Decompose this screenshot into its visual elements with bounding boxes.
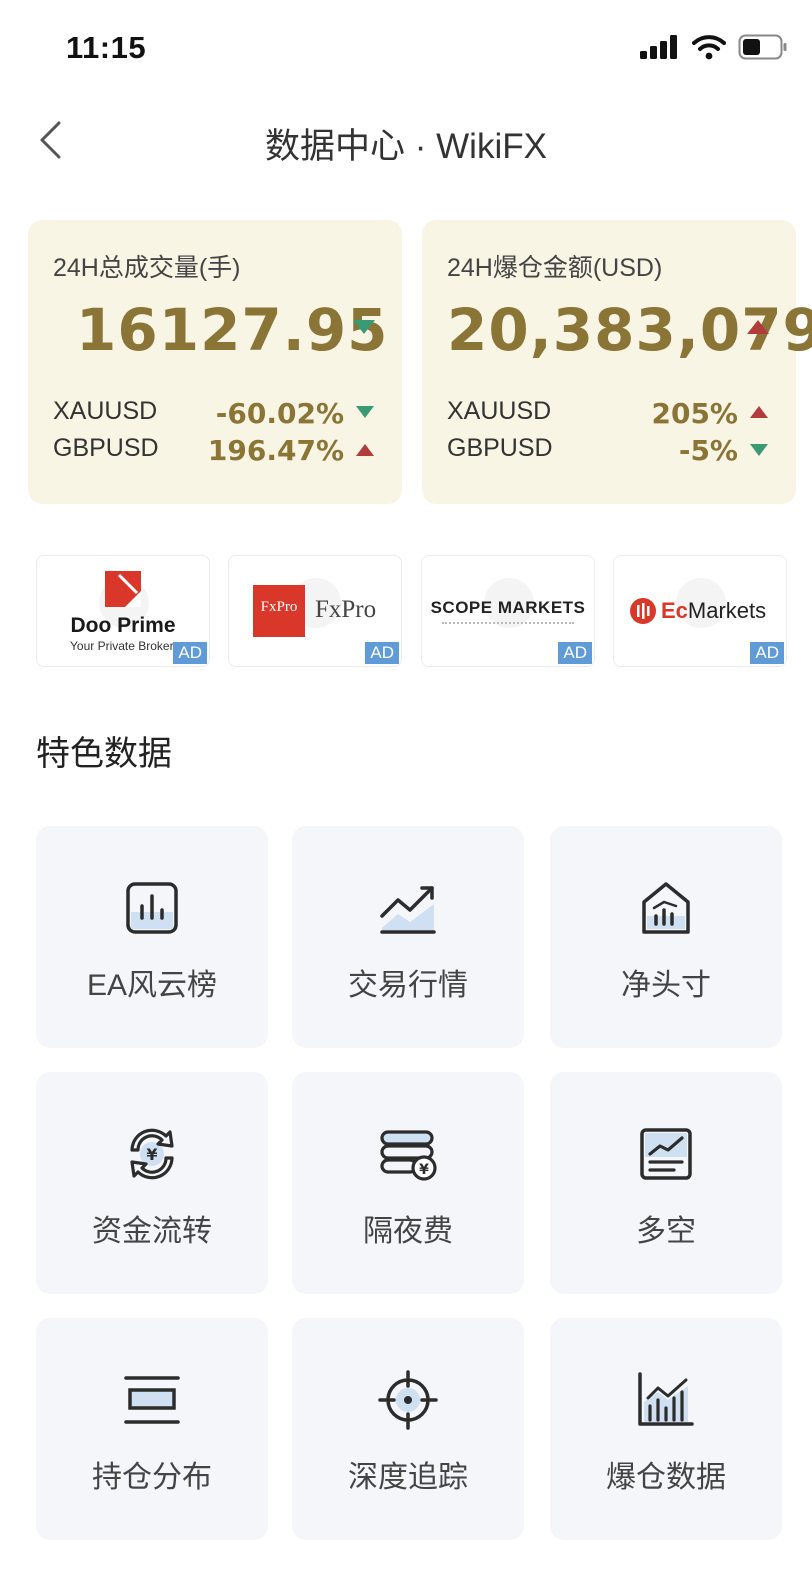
liquidation-row-symbol: XAUUSD [447, 397, 552, 425]
ad-doo-prime-name: Doo Prime [70, 614, 176, 637]
svg-text:¥: ¥ [419, 1162, 429, 1178]
ad-badge: AD [750, 642, 784, 664]
feature-label: 多空 [636, 1215, 696, 1248]
status-icons [640, 34, 788, 60]
fxpro-logo-box: FxPro [253, 585, 305, 637]
signal-icon [640, 35, 677, 59]
feature-long-short[interactable]: 多空 [550, 1072, 782, 1294]
ad-badge: AD [173, 642, 207, 664]
page-title: 数据中心 · WikiFX [265, 127, 547, 166]
feature-label: 爆仓数据 [606, 1461, 726, 1494]
liquidation-row-symbol: GBPUSD [447, 434, 553, 462]
volume-value: 16127.95 [76, 296, 389, 364]
ad-badge: AD [365, 642, 399, 664]
doo-prime-logo-icon [105, 571, 141, 607]
feature-label: EA风云榜 [86, 969, 218, 1002]
house-chart-icon [642, 882, 690, 934]
feature-position-distribution[interactable]: 持仓分布 [36, 1318, 268, 1540]
ad-scope-markets[interactable]: SCOPE MARKETS AD [421, 555, 595, 667]
section-title: 特色数据 [36, 735, 172, 773]
feature-label: 交易行情 [348, 969, 468, 1002]
svg-text:¥: ¥ [146, 1145, 157, 1164]
status-time: 11:15 [66, 30, 147, 65]
position-distribution-icon [124, 1376, 180, 1424]
wifi-icon [692, 35, 726, 60]
volume-row-symbol: XAUUSD [53, 397, 158, 425]
feature-label: 资金流转 [92, 1215, 212, 1248]
ad-doo-prime[interactable]: Doo Prime Your Private Broker AD [36, 555, 210, 667]
coin-stack-icon: ¥ [380, 1130, 437, 1181]
feature-label: 净头寸 [621, 969, 711, 1002]
volume-row-change: 196.47% [207, 434, 344, 467]
ad-ec-markets-suffix: Markets [687, 598, 767, 623]
ad-ec-markets[interactable]: EcMarkets AD [613, 555, 787, 667]
ec-markets-logo-icon [630, 598, 656, 624]
crosshair-icon [378, 1370, 438, 1430]
liquidation-chart-icon [638, 1372, 694, 1426]
feature-net-position[interactable]: 净头寸 [550, 826, 782, 1048]
ad-fxpro[interactable]: FxPro FxPro AD [228, 555, 402, 667]
status-bar: 11:15 [0, 0, 812, 100]
feature-market-quotes[interactable]: 交易行情 [292, 826, 524, 1048]
volume-row-change: -60.02% [215, 397, 344, 430]
volume-stat-card[interactable]: 24H总成交量(手) 16127.95 XAUUSD -60.02% GBPUS… [28, 220, 402, 504]
trend-chart-icon [380, 886, 436, 934]
feature-label: 持仓分布 [92, 1461, 212, 1494]
feature-label: 深度追踪 [348, 1461, 468, 1494]
ad-doo-prime-tagline: Your Private Broker [70, 639, 174, 653]
triangle-up-icon [750, 406, 768, 418]
liquidation-label: 24H爆仓金额(USD) [447, 254, 663, 282]
nav-bar: 数据中心 · WikiFX [0, 100, 812, 180]
triangle-down-icon [356, 406, 374, 418]
feature-fund-flow[interactable]: ¥ 资金流转 [36, 1072, 268, 1294]
liquidation-row-change: 205% [651, 397, 738, 430]
triangle-down-icon [750, 444, 768, 456]
bar-chart-icon [126, 882, 178, 934]
triangle-up-icon [356, 444, 374, 456]
ad-badge: AD [558, 642, 592, 664]
triangle-down-icon [353, 320, 375, 334]
ad-ec-markets-name: Ec [661, 598, 688, 623]
feature-depth-tracking[interactable]: 深度追踪 [292, 1318, 524, 1540]
feature-ea-ranking[interactable]: EA风云榜 [36, 826, 268, 1048]
ad-scope-markets-name: SCOPE MARKETS [430, 598, 586, 617]
line-chart-board-icon [640, 1128, 692, 1180]
liquidation-row-change: -5% [678, 434, 738, 467]
battery-icon [738, 34, 787, 60]
feature-liquidation-data[interactable]: 爆仓数据 [550, 1318, 782, 1540]
ad-scope-divider [442, 622, 574, 626]
yen-exchange-icon: ¥ [130, 1128, 174, 1180]
ad-fxpro-name: FxPro [315, 596, 377, 623]
feature-label: 隔夜费 [363, 1215, 453, 1248]
volume-label: 24H总成交量(手) [53, 254, 241, 282]
liquidation-stat-card[interactable]: 24H爆仓金额(USD) 20,383,079 XAUUSD 205% GBPU… [422, 220, 812, 504]
triangle-up-icon [747, 320, 769, 334]
volume-row-symbol: GBPUSD [53, 434, 159, 462]
feature-overnight-fee[interactable]: ¥ 隔夜费 [292, 1072, 524, 1294]
